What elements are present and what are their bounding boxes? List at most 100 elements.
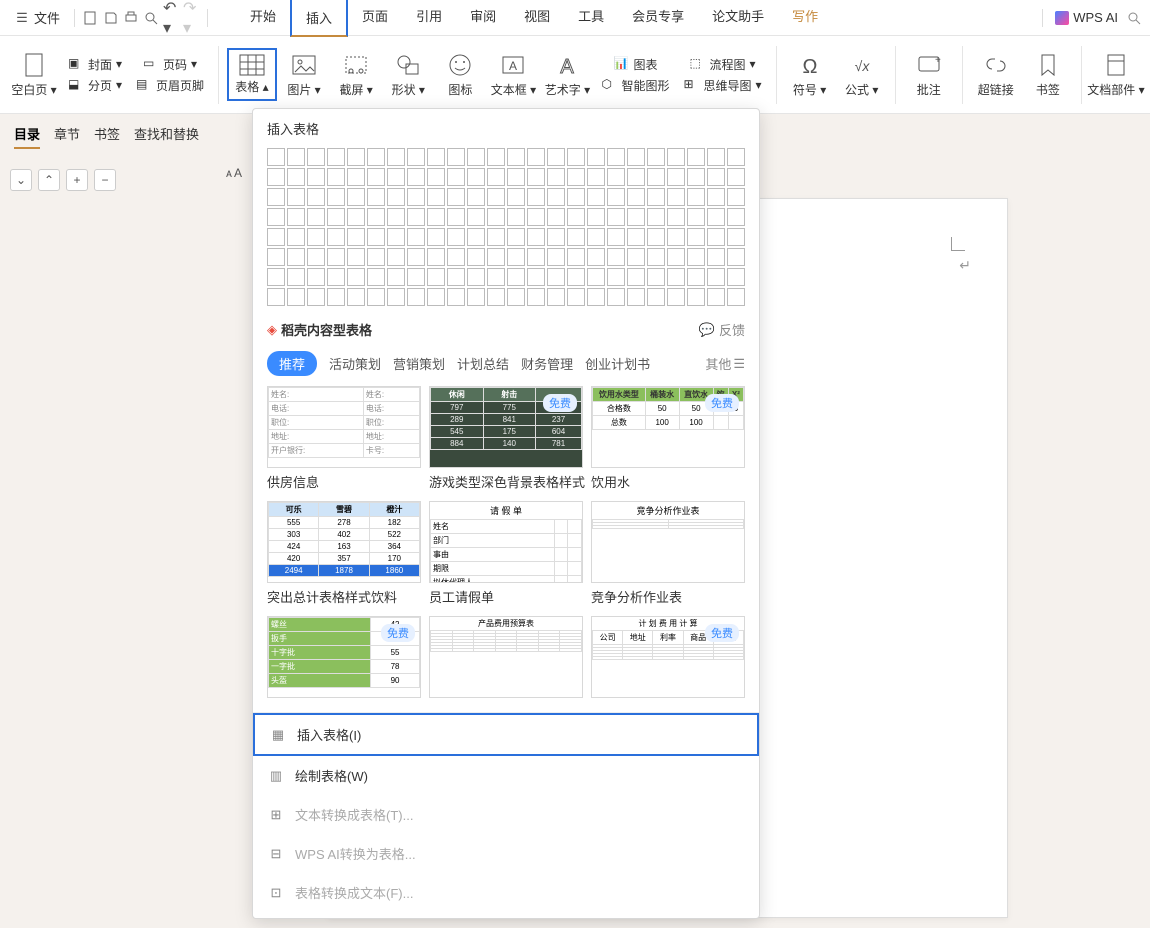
grid-cell[interactable]: [627, 268, 645, 286]
preview-icon[interactable]: [143, 10, 159, 26]
grid-cell[interactable]: [547, 148, 565, 166]
grid-cell[interactable]: [707, 148, 725, 166]
grid-cell[interactable]: [327, 168, 345, 186]
grid-cell[interactable]: [707, 228, 725, 246]
grid-cell[interactable]: [327, 148, 345, 166]
grid-cell[interactable]: [487, 248, 505, 266]
print-icon[interactable]: [123, 10, 139, 26]
table-button[interactable]: 表格 ▴: [227, 48, 277, 101]
cover-button[interactable]: ▣封面 ▾: [68, 56, 122, 73]
grid-cell[interactable]: [287, 148, 305, 166]
grid-cell[interactable]: [607, 148, 625, 166]
grid-cell[interactable]: [507, 248, 525, 266]
grid-cell[interactable]: [647, 288, 665, 306]
table-grid-picker[interactable]: [253, 144, 759, 316]
grid-cell[interactable]: [327, 288, 345, 306]
mindmap-button[interactable]: ⊞思维导图 ▾: [683, 77, 761, 94]
grid-cell[interactable]: [367, 188, 385, 206]
grid-cell[interactable]: [487, 268, 505, 286]
icon-button[interactable]: 图标: [435, 49, 485, 100]
grid-cell[interactable]: [727, 228, 745, 246]
grid-cell[interactable]: [347, 268, 365, 286]
grid-cell[interactable]: [647, 228, 665, 246]
grid-cell[interactable]: [667, 228, 685, 246]
grid-cell[interactable]: [387, 248, 405, 266]
tab-start[interactable]: 开始: [236, 0, 290, 37]
grid-cell[interactable]: [467, 208, 485, 226]
grid-cell[interactable]: [487, 228, 505, 246]
grid-cell[interactable]: [587, 208, 605, 226]
template-card[interactable]: 计 划 费 用 计 算公司地址利率商品汇总 免费: [591, 616, 745, 698]
grid-cell[interactable]: [467, 168, 485, 186]
grid-cell[interactable]: [567, 288, 585, 306]
grid-cell[interactable]: [447, 268, 465, 286]
grid-cell[interactable]: [727, 268, 745, 286]
grid-cell[interactable]: [607, 288, 625, 306]
filter-item[interactable]: 活动策划: [329, 354, 381, 373]
grid-cell[interactable]: [547, 288, 565, 306]
grid-cell[interactable]: [267, 288, 285, 306]
grid-cell[interactable]: [507, 208, 525, 226]
grid-cell[interactable]: [267, 248, 285, 266]
tab-reference[interactable]: 引用: [402, 0, 456, 37]
grid-cell[interactable]: [307, 288, 325, 306]
filter-recommended[interactable]: 推荐: [267, 351, 317, 376]
grid-cell[interactable]: [587, 248, 605, 266]
grid-cell[interactable]: [727, 188, 745, 206]
mode-toc[interactable]: 目录: [14, 124, 40, 149]
grid-cell[interactable]: [267, 228, 285, 246]
grid-cell[interactable]: [547, 268, 565, 286]
grid-cell[interactable]: [567, 188, 585, 206]
save-icon[interactable]: [103, 10, 119, 26]
grid-cell[interactable]: [507, 268, 525, 286]
grid-cell[interactable]: [367, 168, 385, 186]
grid-cell[interactable]: [707, 168, 725, 186]
grid-cell[interactable]: [647, 248, 665, 266]
grid-cell[interactable]: [407, 288, 425, 306]
grid-cell[interactable]: [667, 208, 685, 226]
grid-cell[interactable]: [627, 188, 645, 206]
comment-button[interactable]: +批注: [904, 49, 954, 100]
grid-cell[interactable]: [627, 148, 645, 166]
grid-cell[interactable]: [327, 248, 345, 266]
redo-icon[interactable]: ↷ ▾: [183, 10, 199, 26]
grid-cell[interactable]: [267, 168, 285, 186]
grid-cell[interactable]: [427, 268, 445, 286]
grid-cell[interactable]: [407, 268, 425, 286]
grid-cell[interactable]: [287, 168, 305, 186]
grid-cell[interactable]: [267, 148, 285, 166]
grid-cell[interactable]: [347, 288, 365, 306]
arttext-button[interactable]: A艺术字 ▾: [541, 49, 593, 100]
grid-cell[interactable]: [307, 208, 325, 226]
grid-cell[interactable]: [487, 168, 505, 186]
grid-cell[interactable]: [407, 148, 425, 166]
grid-cell[interactable]: [367, 288, 385, 306]
mode-chapter[interactable]: 章节: [54, 124, 80, 149]
grid-cell[interactable]: [527, 288, 545, 306]
grid-cell[interactable]: [527, 148, 545, 166]
undo-icon[interactable]: ↶ ▾: [163, 10, 179, 26]
doc-parts-button[interactable]: 文档部件 ▾: [1090, 49, 1142, 100]
grid-cell[interactable]: [467, 228, 485, 246]
grid-cell[interactable]: [667, 188, 685, 206]
grid-cell[interactable]: [367, 208, 385, 226]
symbol-button[interactable]: Ω符号 ▾: [784, 49, 834, 100]
tab-thesis[interactable]: 论文助手: [698, 0, 778, 37]
blank-page-button[interactable]: 空白页 ▾: [8, 49, 60, 100]
grid-cell[interactable]: [407, 168, 425, 186]
template-card[interactable]: 竞争分析作业表 竞争分析作业表: [591, 501, 745, 606]
grid-cell[interactable]: [687, 268, 705, 286]
grid-cell[interactable]: [467, 268, 485, 286]
grid-cell[interactable]: [487, 288, 505, 306]
grid-cell[interactable]: [507, 188, 525, 206]
grid-cell[interactable]: [447, 148, 465, 166]
grid-cell[interactable]: [367, 148, 385, 166]
grid-cell[interactable]: [547, 188, 565, 206]
grid-cell[interactable]: [567, 228, 585, 246]
grid-cell[interactable]: [507, 168, 525, 186]
tab-member[interactable]: 会员专享: [618, 0, 698, 37]
grid-cell[interactable]: [467, 288, 485, 306]
grid-cell[interactable]: [607, 208, 625, 226]
draw-table-menu[interactable]: ▥绘制表格(W): [253, 756, 759, 795]
grid-cell[interactable]: [287, 268, 305, 286]
